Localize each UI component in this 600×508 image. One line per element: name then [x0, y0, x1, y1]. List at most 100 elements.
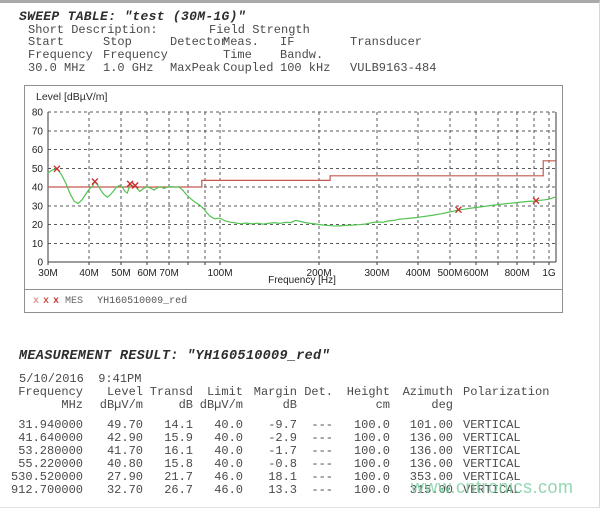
sweep-column-line: 100 kHz: [280, 62, 330, 75]
result-datetime: 5/10/2016 9:41PM: [19, 373, 141, 386]
result-table-header-cell: Det.: [297, 386, 333, 399]
result-table-body: 31.94000049.7014.140.0-9.7---100.0101.00…: [10, 412, 563, 497]
result-table-cell: 13.3: [243, 484, 297, 497]
result-table-cell: 101.00: [390, 412, 453, 432]
result-table-header-cell: Polarization: [453, 386, 563, 399]
result-table-cell: 100.0: [333, 484, 390, 497]
result-table-cell: 315.00: [390, 484, 453, 497]
svg-text:70: 70: [32, 126, 44, 137]
sweep-column-line: MaxPeak: [170, 62, 228, 75]
result-table-cell: ---: [297, 412, 333, 432]
sweep-column: StartFrequency30.0 MHz: [28, 36, 93, 75]
result-table: FrequencyLevelTransdLimitMarginDet.Heigh…: [10, 386, 563, 497]
result-table-cell: 32.70: [83, 484, 143, 497]
sweep-table-title: SWEEP TABLE: "test (30M-1G)": [19, 9, 246, 24]
result-table-row: 41.64000042.9015.940.0-2.9---100.0136.00…: [10, 432, 563, 445]
result-table-cell: ---: [297, 445, 333, 458]
result-table-header-cell: Frequency: [10, 386, 83, 399]
result-table-cell: 530.520000: [10, 471, 83, 484]
result-table-header-cell: dBµV/m: [83, 399, 143, 412]
svg-text:80: 80: [32, 108, 44, 119]
result-table-cell: 55.220000: [10, 458, 83, 471]
result-table-cell: 40.0: [193, 432, 243, 445]
result-table-cell: ---: [297, 484, 333, 497]
chart-panel: Level [dBµV/m] 0102030405060708030M40M50…: [24, 85, 563, 313]
result-table-row: 31.94000049.7014.140.0-9.7---100.0101.00…: [10, 412, 563, 432]
sweep-column-line: 30.0 MHz: [28, 62, 93, 75]
result-table-cell: 18.1: [243, 471, 297, 484]
result-table-cell: 100.0: [333, 445, 390, 458]
result-table-cell: 26.7: [143, 484, 193, 497]
result-table-header-cell: [453, 399, 563, 412]
result-table-cell: VERTICAL: [453, 445, 563, 458]
result-table-head: FrequencyLevelTransdLimitMarginDet.Heigh…: [10, 386, 563, 412]
result-table-header-cell: [297, 399, 333, 412]
result-table-header-row: FrequencyLevelTransdLimitMarginDet.Heigh…: [10, 386, 563, 399]
sweep-column-line: Coupled: [223, 62, 273, 75]
result-table-cell: 15.9: [143, 432, 193, 445]
result-table-cell: VERTICAL: [453, 471, 563, 484]
result-table-cell: 21.7: [143, 471, 193, 484]
result-table-header-cell: Azimuth: [390, 386, 453, 399]
result-table-unit-row: MHzdBµV/mdBdBµV/mdBcmdeg: [10, 399, 563, 412]
result-table-row: 912.70000032.7026.746.013.3---100.0315.0…: [10, 484, 563, 497]
result-table-row: 53.28000041.7016.140.0-1.7---100.0136.00…: [10, 445, 563, 458]
result-title: MEASUREMENT RESULT: "YH160510009_red": [19, 349, 330, 365]
chart-svg: 0102030405060708030M40M50M60M70M100M200M…: [25, 86, 562, 289]
result-table-cell: -1.7: [243, 445, 297, 458]
legend-marker-x-icon: x: [53, 296, 59, 307]
result-table-cell: 40.80: [83, 458, 143, 471]
result-table-cell: 41.640000: [10, 432, 83, 445]
result-table-cell: 15.8: [143, 458, 193, 471]
svg-text:0: 0: [37, 258, 43, 269]
result-table-cell: 42.90: [83, 432, 143, 445]
legend-series-label: MES: [65, 296, 83, 307]
svg-text:60: 60: [32, 145, 44, 156]
sweep-column: StopFrequency1.0 GHz: [103, 36, 168, 75]
result-table-cell: ---: [297, 432, 333, 445]
sweep-column: Transducer VULB9163-484: [350, 36, 436, 75]
result-table-cell: -2.9: [243, 432, 297, 445]
chart-legend-symbols: xxx: [33, 296, 63, 307]
svg-text:20: 20: [32, 220, 44, 231]
result-table-cell: 31.940000: [10, 412, 83, 432]
result-table-header-cell: Height: [333, 386, 390, 399]
result-table-cell: 912.700000: [10, 484, 83, 497]
result-table-cell: 16.1: [143, 445, 193, 458]
sweep-column: DetectorMaxPeak: [170, 36, 228, 75]
result-table-cell: 40.0: [193, 445, 243, 458]
sweep-column: Meas.TimeCoupled: [223, 36, 273, 75]
result-table-cell: 100.0: [333, 432, 390, 445]
result-table-cell: -9.7: [243, 412, 297, 432]
sweep-column-line: 1.0 GHz: [103, 62, 168, 75]
svg-text:10: 10: [32, 239, 44, 250]
report-page: SWEEP TABLE: "test (30M-1G)" Short Descr…: [0, 0, 600, 508]
result-table-cell: VERTICAL: [453, 484, 563, 497]
result-table-header-cell: dB: [243, 399, 297, 412]
result-table-cell: 136.00: [390, 458, 453, 471]
sweep-column-line: VULB9163-484: [350, 62, 436, 75]
result-table-cell: 14.1: [143, 412, 193, 432]
result-table-row: 55.22000040.8015.840.0-0.8---100.0136.00…: [10, 458, 563, 471]
result-table-header-cell: Level: [83, 386, 143, 399]
result-table-header-cell: cm: [333, 399, 390, 412]
svg-text:40: 40: [32, 183, 44, 194]
result-table-cell: 27.90: [83, 471, 143, 484]
svg-text:30: 30: [32, 201, 44, 212]
result-table-cell: VERTICAL: [453, 412, 563, 432]
result-table-cell: 100.0: [333, 458, 390, 471]
result-table-row: 530.52000027.9021.746.018.1---100.0353.0…: [10, 471, 563, 484]
result-table-cell: VERTICAL: [453, 432, 563, 445]
result-table-cell: -0.8: [243, 458, 297, 471]
chart-legend: xxx MES YH160510009_red: [25, 289, 562, 312]
sweep-column-line: Transducer: [350, 36, 436, 49]
result-table-header-cell: dB: [143, 399, 193, 412]
legend-marker-x-icon: x: [33, 296, 39, 307]
result-table-header-cell: dBµV/m: [193, 399, 243, 412]
result-table-cell: 100.0: [333, 412, 390, 432]
result-table-header-cell: deg: [390, 399, 453, 412]
chart-x-axis-label: Frequency [Hz]: [48, 275, 556, 286]
result-table-cell: ---: [297, 458, 333, 471]
result-table-cell: 40.0: [193, 458, 243, 471]
result-table-cell: VERTICAL: [453, 458, 563, 471]
